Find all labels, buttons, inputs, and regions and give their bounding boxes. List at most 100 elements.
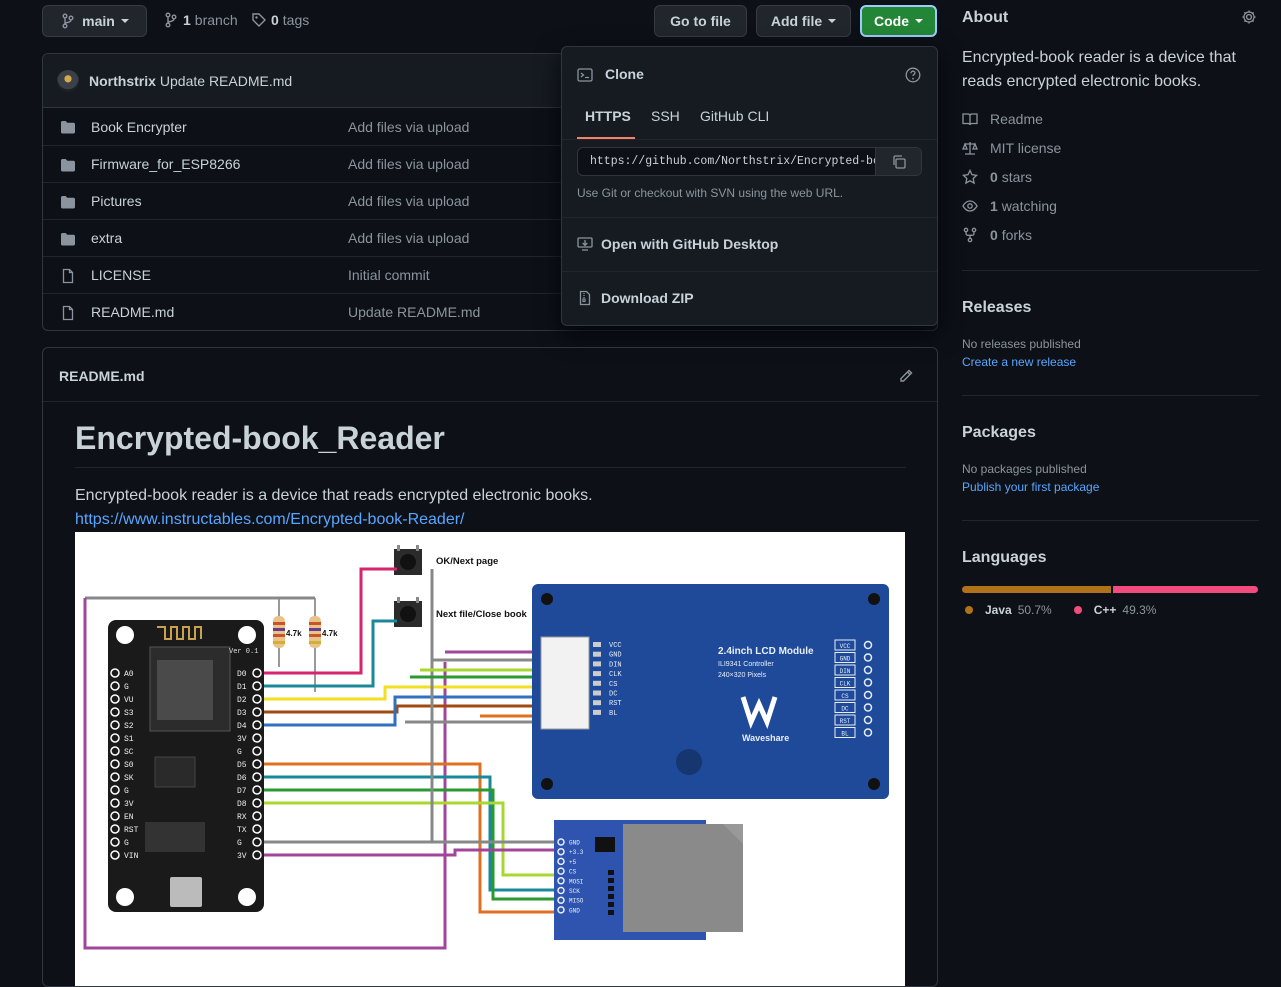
clone-dropdown: Clone HTTPS SSH GitHub CLI https://githu… bbox=[561, 46, 938, 326]
add-file-button[interactable]: Add file bbox=[756, 5, 851, 37]
lcd-pin bbox=[593, 700, 601, 706]
commit-message[interactable]: Update README.md bbox=[160, 73, 292, 89]
pin-label: +3.3 bbox=[569, 849, 584, 856]
commit-message[interactable]: Add files via upload bbox=[348, 193, 469, 209]
code-button[interactable]: Code bbox=[860, 5, 937, 37]
pin-hole bbox=[110, 772, 120, 782]
tab-https[interactable]: HTTPS bbox=[585, 108, 631, 124]
copy-url-button[interactable] bbox=[875, 148, 921, 175]
pin-hole bbox=[110, 668, 120, 678]
terminal-icon bbox=[577, 68, 593, 82]
lcd-module: 2.4inch LCD Module ILI9341 Controller 24… bbox=[532, 584, 889, 799]
releases-title[interactable]: Releases bbox=[962, 299, 1031, 317]
packages-title[interactable]: Packages bbox=[962, 424, 1036, 442]
forks-count: 0 bbox=[990, 227, 998, 243]
push-button-2 bbox=[394, 597, 422, 627]
commit-message[interactable]: Initial commit bbox=[348, 267, 430, 283]
file-name[interactable]: README.md bbox=[91, 304, 174, 320]
readme-link[interactable]: Readme bbox=[962, 111, 1043, 127]
code-label: Code bbox=[874, 13, 909, 29]
pin-hole bbox=[252, 746, 262, 756]
avatar[interactable] bbox=[57, 69, 79, 92]
pin-hole bbox=[252, 824, 262, 834]
tag-icon bbox=[252, 13, 266, 27]
clone-url-input[interactable]: https://github.com/Northstrix/Encrypted-… bbox=[577, 147, 922, 176]
create-release-link[interactable]: Create a new release bbox=[962, 355, 1076, 369]
pencil-icon[interactable] bbox=[898, 368, 914, 384]
lcd-pin bbox=[593, 671, 601, 677]
tags-link[interactable]: 0 tags bbox=[251, 12, 309, 28]
help-icon[interactable] bbox=[905, 67, 921, 83]
folder-icon bbox=[61, 233, 75, 246]
file-name[interactable]: Firmware_for_ESP8266 bbox=[91, 156, 240, 172]
pin-hole bbox=[252, 850, 262, 860]
commit-message[interactable]: Add files via upload bbox=[348, 119, 469, 135]
pin-hole bbox=[252, 772, 262, 782]
tab-github-cli[interactable]: GitHub CLI bbox=[700, 108, 769, 124]
gear-icon[interactable] bbox=[1241, 9, 1257, 25]
pin-label: DIN bbox=[609, 661, 622, 669]
language-bar bbox=[962, 586, 1258, 593]
pin-label: DC bbox=[609, 691, 617, 699]
pin-label: MISO bbox=[569, 898, 584, 905]
pin-hole bbox=[252, 707, 262, 717]
tab-ssh[interactable]: SSH bbox=[651, 108, 680, 124]
go-to-file-label: Go to file bbox=[670, 13, 731, 29]
about-title: About bbox=[962, 9, 1009, 26]
language-item[interactable]: Java 50.7% bbox=[965, 603, 1052, 617]
file-name[interactable]: Pictures bbox=[91, 193, 142, 209]
pin-label: D2 bbox=[237, 696, 247, 705]
commit-message[interactable]: Add files via upload bbox=[348, 156, 469, 172]
open-github-desktop-item[interactable]: Open with GitHub Desktop bbox=[577, 236, 778, 252]
pin-label: D5 bbox=[237, 761, 247, 770]
resistor-1-label: 4.7k bbox=[286, 629, 302, 638]
file-name[interactable]: LICENSE bbox=[91, 267, 151, 283]
add-file-label: Add file bbox=[770, 13, 823, 29]
readme-filename[interactable]: README.md bbox=[59, 368, 145, 384]
instructables-link[interactable]: https://www.instructables.com/Encrypted-… bbox=[75, 511, 465, 529]
stars-link[interactable]: 0 stars bbox=[962, 169, 1032, 185]
language-bar-segment bbox=[962, 586, 1112, 593]
go-to-file-button[interactable]: Go to file bbox=[654, 5, 747, 37]
pin-label: D6 bbox=[237, 774, 247, 783]
pin-hole bbox=[863, 715, 873, 725]
pin-label: CLK bbox=[609, 671, 622, 679]
download-zip-item[interactable]: Download ZIP bbox=[577, 290, 694, 306]
pin-hole bbox=[252, 811, 262, 821]
pin-label: G bbox=[124, 683, 129, 692]
watching-label: watching bbox=[1001, 198, 1057, 214]
button1-label: OK/Next page bbox=[436, 556, 498, 567]
sd-contact bbox=[608, 910, 614, 915]
tags-label: tags bbox=[282, 12, 310, 28]
git-branch-icon bbox=[165, 12, 177, 28]
dropdown-divider bbox=[562, 217, 937, 218]
branches-link[interactable]: 1 branch bbox=[163, 12, 238, 28]
pin-hole bbox=[110, 798, 120, 808]
language-item[interactable]: C++ 49.3% bbox=[1073, 603, 1156, 617]
readme-description: Encrypted-book reader is a device that r… bbox=[75, 487, 593, 504]
git-branch-icon bbox=[62, 13, 74, 29]
readme-header-divider bbox=[43, 401, 937, 402]
language-dot bbox=[1073, 606, 1082, 614]
copy-icon bbox=[892, 154, 906, 169]
pin-label: D3 bbox=[237, 709, 247, 718]
lcd-pin bbox=[593, 642, 601, 647]
commit-author[interactable]: Northstrix bbox=[89, 73, 156, 89]
pin-hole bbox=[557, 867, 565, 875]
watching-link[interactable]: 1 watching bbox=[962, 198, 1057, 214]
publish-package-link[interactable]: Publish your first package bbox=[962, 480, 1099, 494]
commit-message[interactable]: Add files via upload bbox=[348, 230, 469, 246]
forks-link[interactable]: 0 forks bbox=[962, 227, 1032, 243]
releases-none: No releases published bbox=[962, 337, 1081, 351]
commit-message[interactable]: Update README.md bbox=[348, 304, 480, 320]
pin-label: RST bbox=[124, 826, 139, 835]
license-link[interactable]: MIT license bbox=[962, 140, 1061, 156]
file-name[interactable]: extra bbox=[91, 230, 122, 246]
pin-label: S2 bbox=[124, 722, 134, 731]
pin-label: VU bbox=[124, 696, 134, 705]
pin-label: D1 bbox=[237, 683, 247, 692]
branch-select-button[interactable]: main bbox=[42, 5, 147, 37]
file-zip-icon bbox=[579, 290, 591, 306]
pin-hole bbox=[252, 681, 262, 691]
file-name[interactable]: Book Encrypter bbox=[91, 119, 187, 135]
